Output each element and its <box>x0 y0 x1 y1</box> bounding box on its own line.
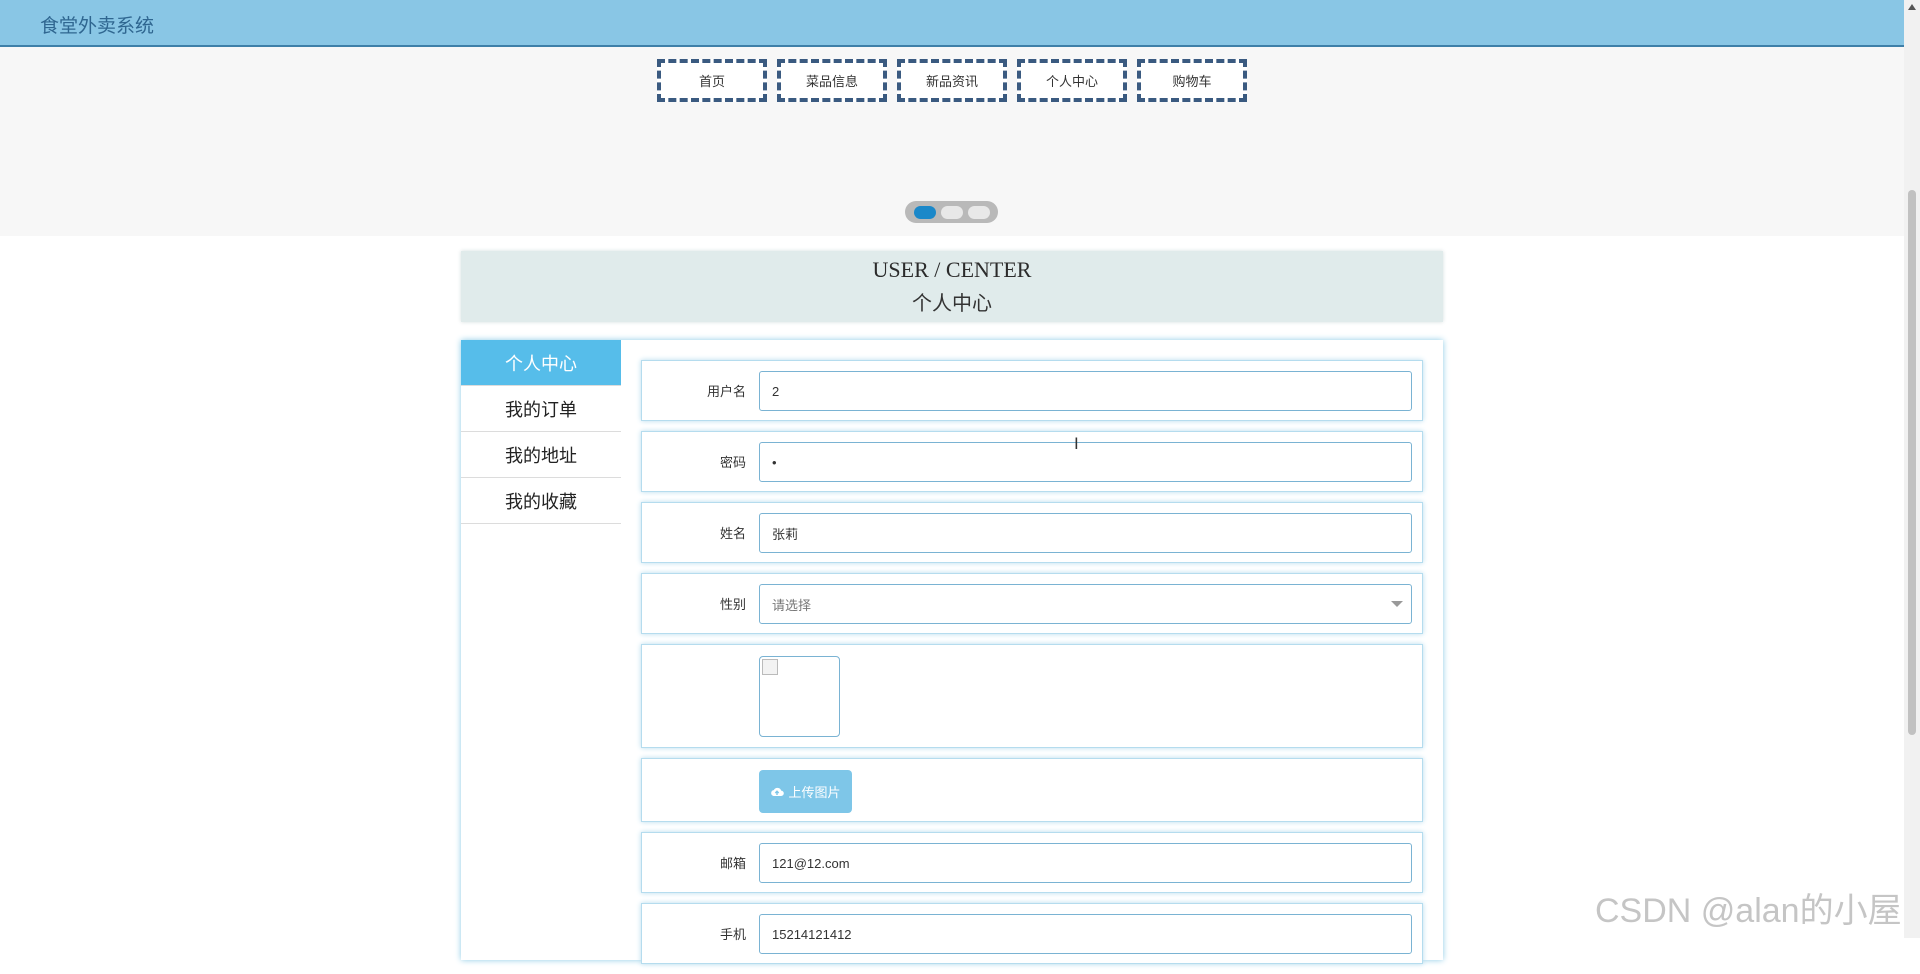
sidebar-item-addresses[interactable]: 我的地址 <box>461 432 621 478</box>
profile-form: 用户名 2 密码 • 姓名 张莉 性别 请选择 上传图片 邮箱 121@12.c… <box>641 360 1423 974</box>
form-row-avatar <box>641 644 1423 748</box>
form-row-email: 邮箱 121@12.com <box>641 832 1423 893</box>
sidebar: 个人中心 我的订单 我的地址 我的收藏 <box>461 340 621 524</box>
cloud-upload-icon <box>771 787 785 796</box>
form-row-upload: 上传图片 <box>641 758 1423 822</box>
email-label: 邮箱 <box>719 857 746 872</box>
carousel-indicators <box>905 201 998 223</box>
form-row-username: 用户名 2 <box>641 360 1423 421</box>
watermark: CSDN @alan的小屋 <box>1595 892 1902 930</box>
carousel-dot-1[interactable] <box>913 205 936 219</box>
form-row-gender: 性别 请选择 <box>641 573 1423 634</box>
username-label: 用户名 <box>706 385 746 400</box>
gender-label: 性别 <box>719 598 746 613</box>
section-title-cn: 个人中心 <box>912 291 992 315</box>
main-nav: 首页 菜品信息 新品资讯 个人中心 购物车 <box>0 59 1904 102</box>
carousel-dot-3[interactable] <box>967 205 990 219</box>
sidebar-item-orders[interactable]: 我的订单 <box>461 386 621 432</box>
text-cursor-icon: I <box>1074 434 1079 453</box>
chevron-down-icon <box>1391 601 1403 607</box>
sidebar-item-user-center[interactable]: 个人中心 <box>461 340 621 386</box>
gender-select[interactable]: 请选择 <box>759 584 1412 624</box>
top-header-bar: 食堂外卖系统 <box>0 0 1904 47</box>
nav-cart[interactable]: 购物车 <box>1137 59 1247 102</box>
nav-news[interactable]: 新品资讯 <box>897 59 1007 102</box>
email-input[interactable]: 121@12.com <box>759 843 1412 883</box>
form-row-name: 姓名 张莉 <box>641 502 1423 563</box>
nav-user-center[interactable]: 个人中心 <box>1017 59 1127 102</box>
sidebar-item-favorites[interactable]: 我的收藏 <box>461 478 621 524</box>
gender-select-value: 请选择 <box>772 597 812 613</box>
app-title: 食堂外卖系统 <box>40 15 155 37</box>
form-row-password: 密码 • <box>641 431 1423 492</box>
name-label: 姓名 <box>719 527 746 542</box>
upload-button-label: 上传图片 <box>788 786 841 801</box>
form-row-phone: 手机 15214121412 <box>641 903 1423 964</box>
scrollbar-thumb[interactable] <box>1908 190 1916 735</box>
avatar-image <box>759 656 840 737</box>
page-scrollbar[interactable] <box>1904 0 1920 938</box>
broken-image-icon <box>762 659 778 675</box>
nav-banner: 首页 菜品信息 新品资讯 个人中心 购物车 <box>0 47 1904 236</box>
section-title-en: USER / CENTER <box>872 257 1032 282</box>
scroll-up-arrow-icon[interactable] <box>1908 4 1916 10</box>
phone-input[interactable]: 15214121412 <box>759 914 1412 954</box>
username-input[interactable]: 2 <box>759 371 1412 411</box>
upload-image-button[interactable]: 上传图片 <box>759 770 852 813</box>
nav-home[interactable]: 首页 <box>657 59 767 102</box>
carousel-dot-2[interactable] <box>940 205 963 219</box>
section-header: USER / CENTER 个人中心 <box>461 251 1443 322</box>
user-center-panel: 个人中心 我的订单 我的地址 我的收藏 用户名 2 密码 • 姓名 张莉 性别 … <box>461 340 1443 964</box>
password-label: 密码 <box>719 456 746 471</box>
password-input[interactable]: • <box>759 442 1412 482</box>
phone-label: 手机 <box>719 928 746 943</box>
name-input[interactable]: 张莉 <box>759 513 1412 553</box>
nav-dishes[interactable]: 菜品信息 <box>777 59 887 102</box>
